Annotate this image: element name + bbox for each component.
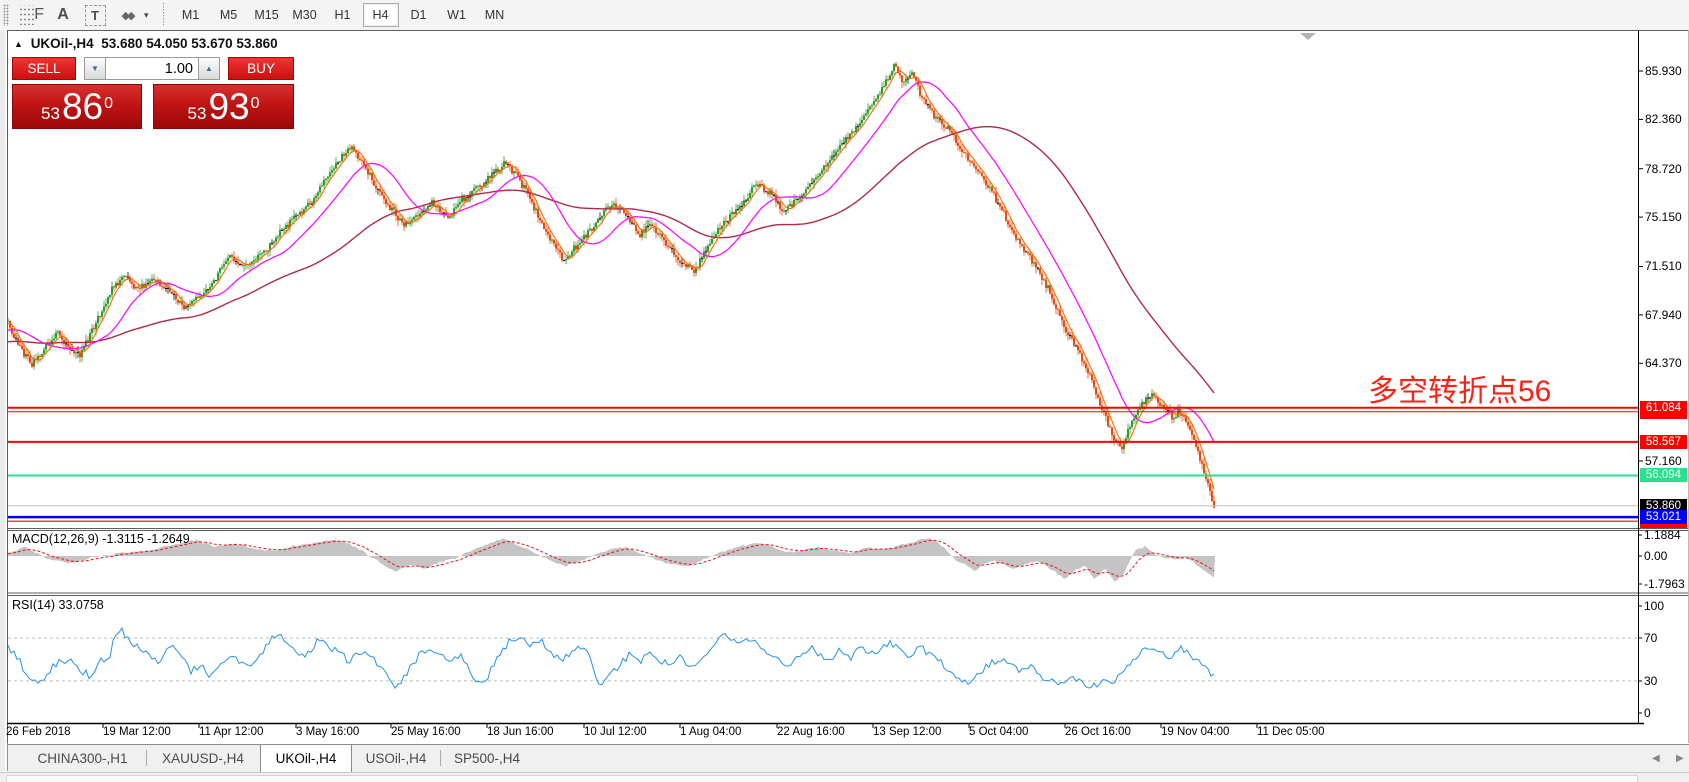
- ma-mid-line: [8, 82, 1214, 442]
- time-axis-label: 11 Apr 12:00: [199, 726, 263, 738]
- chart-header: ▲ UKOil-,H4 53.680 54.050 53.670 53.860: [14, 36, 278, 51]
- chart-tab-ukoilh4[interactable]: UKOil-,H4: [260, 745, 352, 773]
- sell-price-button[interactable]: 53 86 0: [12, 84, 142, 129]
- one-click-trade-panel: SELL ▼ ▲ BUY 53 86 0 53 93 0: [12, 57, 294, 129]
- time-axis-label: 19 Nov 04:00: [1161, 726, 1229, 738]
- chart-tab-xauusdh4[interactable]: XAUUSD-,H4: [148, 745, 258, 772]
- price-tick-57.160: 57.160: [1645, 454, 1682, 468]
- time-axis-label: 19 Mar 12:00: [103, 726, 171, 738]
- rsi-label: RSI(14) 33.0758: [12, 598, 104, 612]
- sell-button[interactable]: SELL: [12, 57, 76, 80]
- buy-price-sup: 0: [251, 85, 260, 123]
- time-axis-label: 22 Aug 16:00: [777, 726, 845, 738]
- tabs-scroll-right-icon[interactable]: ▶: [1676, 753, 1684, 764]
- rsi-axis-0: 0: [1644, 706, 1651, 720]
- macd-axis-1.1884: 1.1884: [1644, 528, 1681, 542]
- chart-tab-usoilh4[interactable]: USOil-,H4: [352, 745, 440, 772]
- buy-price-small: 53: [188, 104, 207, 124]
- volume-increase-button[interactable]: ▲: [198, 57, 220, 80]
- rsi-line: [8, 628, 1214, 688]
- time-axis-label: 13 Sep 12:00: [873, 726, 941, 738]
- sell-price-big: 86: [62, 90, 103, 124]
- macd-label: MACD(12,26,9) -1.3115 -1.2649: [12, 532, 190, 546]
- chart-ohlc: 53.680 54.050 53.670 53.860: [101, 36, 277, 51]
- trading-terminal: F A T ◆◆ ▾ M1M5M15M30H1H4D1W1MN ▲ UKOil-…: [0, 0, 1689, 782]
- buy-price-big: 93: [208, 90, 249, 124]
- price-level-badge-61.084: 61.084: [1640, 401, 1687, 415]
- price-tick-82.360: 82.360: [1645, 112, 1682, 126]
- macd-axis--1.7963: -1.7963: [1644, 577, 1685, 591]
- volume-decrease-button[interactable]: ▼: [84, 57, 106, 80]
- sell-price-small: 53: [41, 104, 60, 124]
- tabs-scroll-left-icon[interactable]: ◀: [1652, 753, 1660, 764]
- price-tick-75.150: 75.150: [1645, 210, 1682, 224]
- price-level-badge-58.567: 58.567: [1640, 435, 1687, 449]
- time-axis-label: 10 Jul 12:00: [584, 726, 647, 738]
- chart-tab-bar: CHINA300-,H1XAUUSD-,H4UKOil-,H4USOil-,H4…: [8, 744, 1689, 773]
- scrollbar-groove: [6, 775, 1638, 782]
- chart-shift-marker-icon: [1300, 33, 1316, 40]
- chart-symbol-period: UKOil-,H4: [31, 36, 94, 51]
- rsi-axis-100: 100: [1644, 599, 1664, 613]
- sell-price-sup: 0: [104, 85, 113, 123]
- ma-fast-line: [8, 71, 1214, 489]
- time-axis-label: 25 May 16:00: [391, 726, 461, 738]
- chart-tab-china300h1[interactable]: CHINA300-,H1: [20, 745, 145, 772]
- rsi-axis-30: 30: [1644, 674, 1657, 688]
- price-tick-64.370: 64.370: [1645, 356, 1682, 370]
- ma-slow-line: [8, 127, 1214, 393]
- buy-button[interactable]: BUY: [228, 57, 294, 80]
- time-axis-label: 18 Jun 16:00: [487, 726, 554, 738]
- time-axis-label: 26 Oct 16:00: [1065, 726, 1131, 738]
- price-tick-78.720: 78.720: [1645, 162, 1682, 176]
- price-tick-85.930: 85.930: [1645, 64, 1682, 78]
- price-level-badge-53.021: 53.021: [1640, 510, 1687, 524]
- price-level-badge-56.094: 56.094: [1640, 468, 1687, 482]
- volume-input[interactable]: [106, 57, 198, 80]
- macd-axis-0.00: 0.00: [1644, 549, 1667, 563]
- chart-tab-sp500h4[interactable]: SP500-,H4: [442, 745, 532, 772]
- time-axis-label: 26 Feb 2018: [6, 726, 71, 738]
- buy-price-button[interactable]: 53 93 0: [153, 84, 294, 129]
- chart-annotation-text: 多空转折点56: [1368, 366, 1551, 410]
- rsi-axis-70: 70: [1644, 631, 1657, 645]
- time-axis-label: 3 May 16:00: [296, 726, 359, 738]
- price-tick-67.940: 67.940: [1645, 308, 1682, 322]
- tab-separator: [146, 750, 147, 766]
- tab-separator: [440, 750, 441, 766]
- price-tick-71.510: 71.510: [1645, 259, 1682, 273]
- collapse-triangle-icon[interactable]: ▲: [14, 39, 23, 49]
- horizontal-scrollbar[interactable]: [0, 772, 1689, 782]
- time-axis-label: 1 Aug 04:00: [680, 726, 741, 738]
- time-axis-label: 5 Oct 04:00: [969, 726, 1028, 738]
- time-axis-label: 11 Dec 05:00: [1257, 726, 1325, 738]
